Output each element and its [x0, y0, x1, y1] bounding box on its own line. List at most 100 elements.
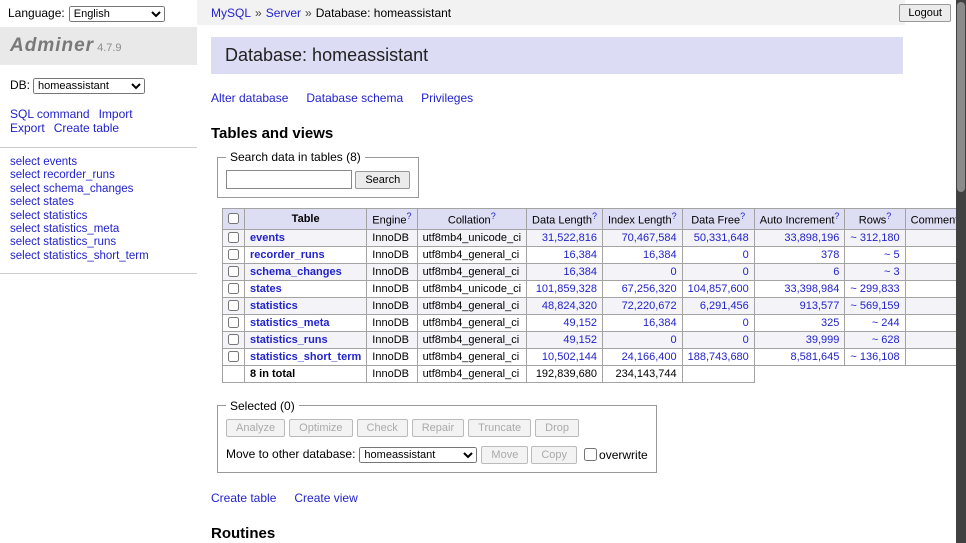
row-checkbox[interactable]	[228, 232, 239, 243]
index-length-link[interactable]: 72,220,672	[622, 300, 677, 312]
drop-button[interactable]: Drop	[535, 419, 579, 437]
database-schema-link[interactable]: Database schema	[306, 91, 403, 105]
export-link[interactable]: Export	[10, 121, 45, 135]
help-icon[interactable]: ?	[407, 211, 412, 221]
move-button[interactable]: Move	[481, 446, 528, 464]
data-length-link[interactable]: 49,152	[563, 317, 597, 329]
breadcrumb-server-link[interactable]: Server	[266, 6, 301, 20]
select-all-checkbox[interactable]	[228, 213, 239, 224]
table-name-link[interactable]: schema_changes	[250, 266, 342, 278]
auto-increment-link[interactable]: 378	[821, 249, 839, 261]
index-length-link[interactable]: 16,384	[643, 317, 677, 329]
rows-link[interactable]: ~ 3	[884, 266, 900, 278]
table-name-link[interactable]: statistics_short_term	[250, 351, 361, 363]
table-name-link[interactable]: recorder_runs	[250, 249, 325, 261]
rows-link[interactable]: ~ 299,833	[850, 283, 899, 295]
sidebar-table-link[interactable]: select statistics_runs	[10, 236, 116, 248]
overwrite-checkbox[interactable]	[584, 448, 597, 461]
rows-link[interactable]: ~ 5	[884, 249, 900, 261]
data-free-link[interactable]: 0	[743, 249, 749, 261]
overwrite-label[interactable]: overwrite	[599, 448, 648, 462]
sidebar-table-link[interactable]: select statistics_meta	[10, 223, 119, 235]
scrollbar-thumb[interactable]	[957, 2, 965, 192]
truncate-button[interactable]: Truncate	[468, 419, 531, 437]
help-icon[interactable]: ?	[592, 211, 597, 221]
table-name-link[interactable]: statistics_meta	[250, 317, 330, 329]
data-length-link[interactable]: 49,152	[563, 334, 597, 346]
rows-link[interactable]: ~ 628	[872, 334, 900, 346]
table-name-link[interactable]: events	[250, 232, 285, 244]
data-free-link[interactable]: 0	[743, 317, 749, 329]
analyze-button[interactable]: Analyze	[226, 419, 285, 437]
sql-command-link[interactable]: SQL command	[10, 107, 90, 121]
copy-button[interactable]: Copy	[531, 446, 577, 464]
index-length-link[interactable]: 16,384	[643, 249, 677, 261]
rows-link[interactable]: ~ 312,180	[850, 232, 899, 244]
data-length-link[interactable]: 10,502,144	[542, 351, 597, 363]
sidebar-table-link[interactable]: select statistics	[10, 210, 87, 222]
auto-increment-link[interactable]: 33,898,196	[784, 232, 839, 244]
sidebar-table-link[interactable]: select states	[10, 196, 74, 208]
adminer-title[interactable]: Adminer	[10, 35, 94, 56]
scrollbar[interactable]	[956, 0, 966, 543]
help-icon[interactable]: ?	[834, 211, 839, 221]
data-length-link[interactable]: 16,384	[563, 249, 597, 261]
data-length-link[interactable]: 48,824,320	[542, 300, 597, 312]
create-table-sidebar-link[interactable]: Create table	[54, 121, 119, 135]
data-free-link[interactable]: 188,743,680	[688, 351, 749, 363]
privileges-link[interactable]: Privileges	[421, 91, 473, 105]
row-checkbox[interactable]	[228, 266, 239, 277]
row-checkbox[interactable]	[228, 283, 239, 294]
index-length-link[interactable]: 0	[671, 334, 677, 346]
help-icon[interactable]: ?	[886, 211, 891, 221]
data-free-link[interactable]: 50,331,648	[694, 232, 749, 244]
data-length-link[interactable]: 101,859,328	[536, 283, 597, 295]
repair-button[interactable]: Repair	[412, 419, 464, 437]
breadcrumb-mysql-link[interactable]: MySQL	[211, 6, 251, 20]
data-length-link[interactable]: 16,384	[563, 266, 597, 278]
create-view-link[interactable]: Create view	[294, 491, 357, 505]
help-icon[interactable]: ?	[672, 211, 677, 221]
auto-increment-link[interactable]: 325	[821, 317, 839, 329]
row-checkbox[interactable]	[228, 249, 239, 260]
import-link[interactable]: Import	[99, 107, 133, 121]
row-checkbox[interactable]	[228, 300, 239, 311]
optimize-button[interactable]: Optimize	[289, 419, 352, 437]
index-length-link[interactable]: 0	[671, 266, 677, 278]
sidebar-table-link[interactable]: select schema_changes	[10, 183, 133, 195]
data-free-link[interactable]: 104,857,600	[688, 283, 749, 295]
table-name-link[interactable]: statistics	[250, 300, 298, 312]
row-checkbox[interactable]	[228, 317, 239, 328]
data-free-link[interactable]: 0	[743, 266, 749, 278]
table-name-link[interactable]: statistics_runs	[250, 334, 328, 346]
help-icon[interactable]: ?	[740, 211, 745, 221]
row-checkbox[interactable]	[228, 351, 239, 362]
rows-link[interactable]: ~ 569,159	[850, 300, 899, 312]
sidebar-table-link[interactable]: select events	[10, 156, 77, 168]
auto-increment-link[interactable]: 913,577	[800, 300, 840, 312]
db-select[interactable]: homeassistant	[33, 78, 145, 94]
auto-increment-link[interactable]: 39,999	[806, 334, 840, 346]
search-input[interactable]	[226, 170, 352, 189]
create-table-link[interactable]: Create table	[211, 491, 276, 505]
table-name-link[interactable]: states	[250, 283, 282, 295]
row-checkbox[interactable]	[228, 334, 239, 345]
auto-increment-link[interactable]: 8,581,645	[790, 351, 839, 363]
sidebar-table-link[interactable]: select statistics_short_term	[10, 250, 149, 262]
index-length-link[interactable]: 70,467,584	[622, 232, 677, 244]
logout-button[interactable]: Logout	[899, 4, 951, 22]
check-button[interactable]: Check	[357, 419, 408, 437]
alter-database-link[interactable]: Alter database	[211, 91, 288, 105]
help-icon[interactable]: ?	[491, 211, 496, 221]
rows-link[interactable]: ~ 244	[872, 317, 900, 329]
rows-link[interactable]: ~ 136,108	[850, 351, 899, 363]
auto-increment-link[interactable]: 33,398,984	[784, 283, 839, 295]
data-free-link[interactable]: 6,291,456	[700, 300, 749, 312]
sidebar-table-link[interactable]: select recorder_runs	[10, 169, 115, 181]
index-length-link[interactable]: 67,256,320	[622, 283, 677, 295]
data-free-link[interactable]: 0	[743, 334, 749, 346]
move-db-select[interactable]: homeassistant	[359, 447, 477, 463]
search-button[interactable]: Search	[355, 171, 410, 189]
language-select[interactable]: English	[69, 6, 165, 22]
data-length-link[interactable]: 31,522,816	[542, 232, 597, 244]
